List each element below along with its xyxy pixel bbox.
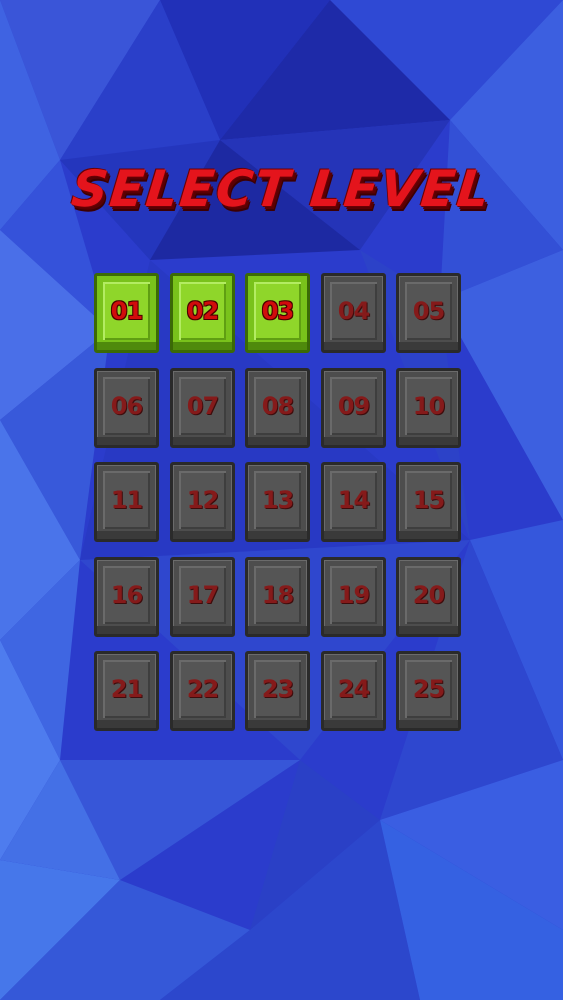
level-button-21[interactable]: 21 xyxy=(94,651,159,731)
level-button-face: 15 xyxy=(405,471,452,529)
level-button-08[interactable]: 08 xyxy=(245,368,310,448)
level-number: 10 xyxy=(412,392,445,420)
level-button-10[interactable]: 10 xyxy=(396,368,461,448)
level-grid: 01 02 03 04 05 06 07 08 09 10 11 12 13 14 15 16 17 18 19 20… xyxy=(94,273,470,733)
level-button-face: 25 xyxy=(405,660,452,718)
level-number: 18 xyxy=(261,581,294,609)
level-button-04[interactable]: 04 xyxy=(321,273,386,353)
level-number: 24 xyxy=(337,675,370,703)
level-button-12[interactable]: 12 xyxy=(170,462,235,542)
level-button-18[interactable]: 18 xyxy=(245,557,310,637)
level-button-01[interactable]: 01 xyxy=(94,273,159,353)
level-number: 03 xyxy=(261,297,294,325)
level-button-05[interactable]: 05 xyxy=(396,273,461,353)
level-button-07[interactable]: 07 xyxy=(170,368,235,448)
level-button-face: 03 xyxy=(254,282,301,340)
level-button-face: 01 xyxy=(103,282,150,340)
level-number: 23 xyxy=(261,675,294,703)
level-number: 15 xyxy=(412,486,445,514)
level-button-face: 11 xyxy=(103,471,150,529)
level-button-face: 20 xyxy=(405,566,452,624)
level-button-face: 14 xyxy=(330,471,377,529)
level-button-face: 17 xyxy=(179,566,226,624)
level-button-24[interactable]: 24 xyxy=(321,651,386,731)
level-number: 12 xyxy=(186,486,219,514)
level-number: 14 xyxy=(337,486,370,514)
level-button-22[interactable]: 22 xyxy=(170,651,235,731)
level-button-25[interactable]: 25 xyxy=(396,651,461,731)
level-button-face: 06 xyxy=(103,377,150,435)
level-button-face: 18 xyxy=(254,566,301,624)
level-button-face: 07 xyxy=(179,377,226,435)
level-button-23[interactable]: 23 xyxy=(245,651,310,731)
level-button-16[interactable]: 16 xyxy=(94,557,159,637)
level-button-face: 02 xyxy=(179,282,226,340)
level-number: 08 xyxy=(261,392,294,420)
level-button-face: 24 xyxy=(330,660,377,718)
level-button-13[interactable]: 13 xyxy=(245,462,310,542)
level-button-17[interactable]: 17 xyxy=(170,557,235,637)
level-button-face: 19 xyxy=(330,566,377,624)
level-number: 17 xyxy=(186,581,219,609)
level-number: 20 xyxy=(412,581,445,609)
level-button-19[interactable]: 19 xyxy=(321,557,386,637)
level-button-face: 21 xyxy=(103,660,150,718)
level-number: 16 xyxy=(110,581,143,609)
level-number: 07 xyxy=(186,392,219,420)
level-number: 19 xyxy=(337,581,370,609)
level-button-06[interactable]: 06 xyxy=(94,368,159,448)
level-button-02[interactable]: 02 xyxy=(170,273,235,353)
level-number: 06 xyxy=(110,392,143,420)
page-title: SELECT LEVEL xyxy=(68,160,495,218)
level-button-14[interactable]: 14 xyxy=(321,462,386,542)
level-number: 11 xyxy=(110,486,143,514)
level-number: 25 xyxy=(412,675,445,703)
level-number: 04 xyxy=(337,297,370,325)
level-button-face: 05 xyxy=(405,282,452,340)
level-button-face: 04 xyxy=(330,282,377,340)
level-button-03[interactable]: 03 xyxy=(245,273,310,353)
level-button-face: 16 xyxy=(103,566,150,624)
level-button-11[interactable]: 11 xyxy=(94,462,159,542)
level-number: 21 xyxy=(110,675,143,703)
level-button-09[interactable]: 09 xyxy=(321,368,386,448)
level-button-face: 23 xyxy=(254,660,301,718)
level-number: 02 xyxy=(186,297,219,325)
level-number: 13 xyxy=(261,486,294,514)
level-button-face: 09 xyxy=(330,377,377,435)
level-number: 09 xyxy=(337,392,370,420)
level-number: 22 xyxy=(186,675,219,703)
level-button-face: 10 xyxy=(405,377,452,435)
level-button-15[interactable]: 15 xyxy=(396,462,461,542)
level-button-face: 22 xyxy=(179,660,226,718)
level-number: 01 xyxy=(110,297,143,325)
level-button-face: 13 xyxy=(254,471,301,529)
level-number: 05 xyxy=(412,297,445,325)
level-button-face: 12 xyxy=(179,471,226,529)
level-button-20[interactable]: 20 xyxy=(396,557,461,637)
level-button-face: 08 xyxy=(254,377,301,435)
